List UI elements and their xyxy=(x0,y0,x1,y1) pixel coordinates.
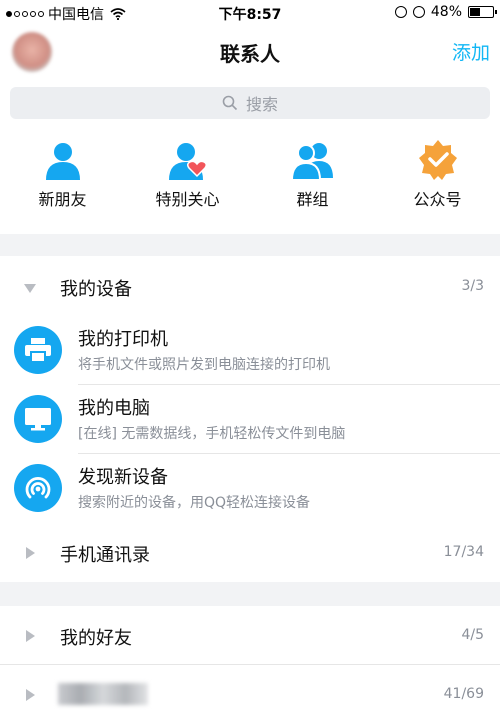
radar-icon xyxy=(14,464,62,512)
row-divider xyxy=(0,664,500,665)
search-icon xyxy=(222,95,238,111)
blurred-group-name xyxy=(58,683,148,705)
person-heart-icon xyxy=(168,143,207,180)
device-row-computer[interactable]: 我的电脑 [在线] 无需数据线，手机轻松传文件到电脑 xyxy=(0,385,500,453)
person-icon xyxy=(45,143,80,180)
group-icon xyxy=(290,143,333,181)
alarm-clock-icon xyxy=(412,6,425,18)
quick-entry-groups[interactable]: 群组 xyxy=(250,138,375,218)
page-title: 联系人 xyxy=(220,42,280,66)
group-row-phone-contacts[interactable]: 手机通讯录 17/34 xyxy=(0,528,500,578)
group-row-devices[interactable]: 我的设备 3/3 xyxy=(0,262,500,312)
chevron-down-icon xyxy=(24,284,36,293)
group-name: 我的好友 xyxy=(60,628,132,649)
quick-entry-official-accounts[interactable]: 公众号 xyxy=(375,138,500,218)
chevron-right-icon xyxy=(26,630,35,642)
status-right: 48% xyxy=(394,4,497,20)
group-count: 17/34 xyxy=(443,544,484,560)
search-input[interactable]: 搜索 xyxy=(10,87,490,119)
quick-entry-new-friends[interactable]: 新朋友 xyxy=(0,138,125,218)
quick-entry-label: 特别关心 xyxy=(155,190,220,209)
device-title: 我的打印机 xyxy=(78,329,168,350)
device-subtitle: 将手机文件或照片发到电脑连接的打印机 xyxy=(78,357,330,373)
search-placeholder: 搜索 xyxy=(245,95,278,114)
device-row-discover[interactable]: 发现新设备 搜索附近的设备，用QQ轻松连接设备 xyxy=(0,454,500,522)
group-count: 41/69 xyxy=(443,686,484,702)
add-button[interactable]: 添加 xyxy=(452,38,490,65)
group-name: 手机通讯录 xyxy=(60,545,150,566)
battery-percent: 48% xyxy=(430,4,462,20)
chevron-right-icon xyxy=(26,689,35,701)
group-name: 我的设备 xyxy=(60,279,132,300)
monitor-icon xyxy=(14,395,62,443)
quick-entry-special-care[interactable]: 特别关心 xyxy=(125,138,250,218)
group-row-hidden[interactable]: 41/69 xyxy=(0,670,500,720)
device-subtitle: 搜索附近的设备，用QQ轻松连接设备 xyxy=(78,495,311,511)
rotation-lock-icon xyxy=(394,6,407,18)
device-subtitle: [在线] 无需数据线，手机轻松传文件到电脑 xyxy=(78,426,346,442)
device-title: 发现新设备 xyxy=(78,467,168,488)
device-title: 我的电脑 xyxy=(78,398,150,419)
verified-badge-icon xyxy=(418,140,457,180)
quick-entry-label: 新朋友 xyxy=(38,190,87,209)
chevron-right-icon xyxy=(26,547,35,559)
section-separator xyxy=(0,582,500,606)
quick-entry-label: 群组 xyxy=(296,190,329,209)
quick-entry-label: 公众号 xyxy=(413,190,462,209)
group-count: 3/3 xyxy=(461,278,484,294)
section-separator xyxy=(0,234,500,256)
group-count: 4/5 xyxy=(461,627,484,643)
printer-icon xyxy=(14,326,62,374)
status-bar: 中国电信 下午8:57 48% xyxy=(0,0,500,26)
battery-icon xyxy=(468,6,497,18)
device-row-printer[interactable]: 我的打印机 将手机文件或照片发到电脑连接的打印机 xyxy=(0,316,500,384)
quick-entries: 新朋友 特别关心 群组 公众号 xyxy=(0,138,500,218)
nav-header: 联系人 添加 xyxy=(0,26,500,80)
group-row-friends[interactable]: 我的好友 4/5 xyxy=(0,611,500,661)
